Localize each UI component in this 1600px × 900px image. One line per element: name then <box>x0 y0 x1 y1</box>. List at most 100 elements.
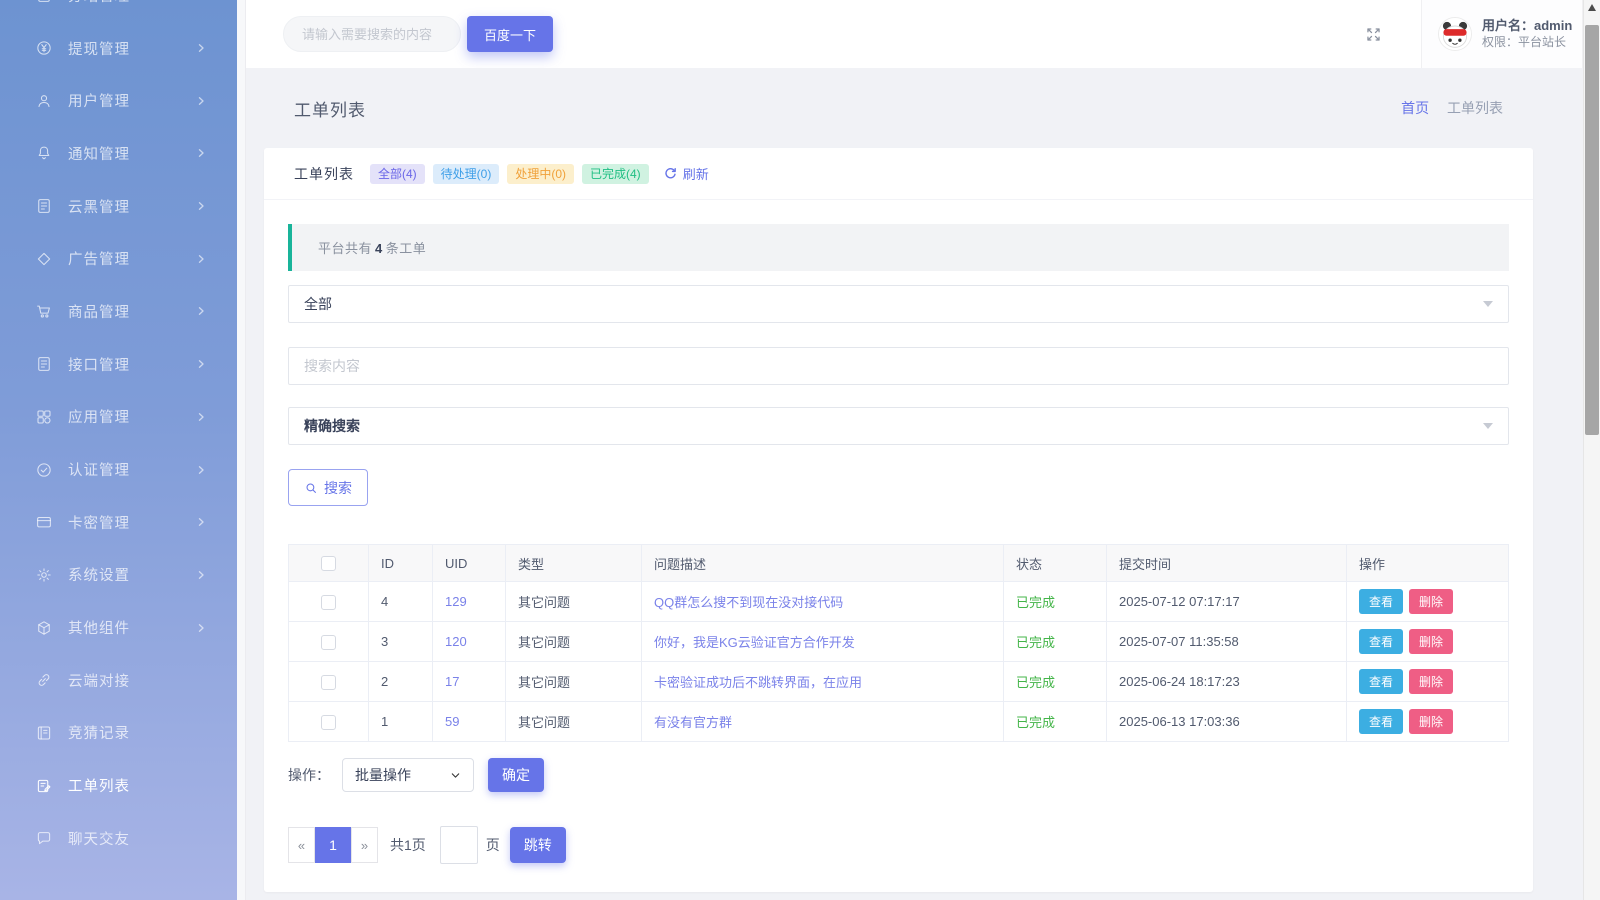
sidebar-item-guess-records[interactable]: 竞猜记录 <box>0 707 237 760</box>
filter-tab-2[interactable]: 处理中(0) <box>507 163 575 184</box>
breadcrumb-home-link[interactable]: 首页 <box>1401 100 1429 116</box>
table-row: 3 120 其它问题 你好，我是KG云验证官方合作开发 已完成 2025-07-07 11… <box>288 621 1509 662</box>
sidebar-item-label: 分站管理 <box>68 0 195 6</box>
user-panel[interactable]: 用户名：admin 权限：平台站长 <box>1421 0 1583 68</box>
scrollbar-thumb[interactable] <box>1585 25 1599 435</box>
sidebar-item-cloudlink[interactable]: 云端对接 <box>0 654 237 707</box>
batch-label: 操作： <box>288 767 330 783</box>
sidebar-item-label: 云黑管理 <box>68 199 130 216</box>
total-alert: 平台共有 4 条工单 <box>288 224 1509 271</box>
description-link[interactable]: 卡密验证成功后不跳转界面，在应用 <box>654 675 862 690</box>
uid-link[interactable]: 59 <box>445 714 459 729</box>
delete-button[interactable]: 删除 <box>1409 589 1454 614</box>
jump-button[interactable]: 跳转 <box>509 827 566 863</box>
diamond-icon <box>35 250 53 268</box>
user-icon <box>35 92 53 110</box>
view-button[interactable]: 查看 <box>1359 589 1404 614</box>
refresh-button[interactable]: 刷新 <box>663 164 709 183</box>
description-link[interactable]: 有没有官方群 <box>654 715 732 730</box>
uid-link[interactable]: 17 <box>445 674 459 689</box>
table-row: 4 129 其它问题 QQ群怎么搜不到现在没对接代码 已完成 2025-07-12 07:… <box>288 581 1509 622</box>
chevron-right-icon <box>195 42 207 54</box>
sidebar-item-apps[interactable]: 应用管理 <box>0 391 237 444</box>
mode-select[interactable]: 精确搜索 <box>288 407 1509 445</box>
batch-select[interactable]: 批量操作 <box>342 758 474 792</box>
sidebar-item-components[interactable]: 其他组件 <box>0 601 237 654</box>
cart-icon <box>35 302 53 320</box>
sidebar-item-chat[interactable]: 聊天交友 <box>0 812 237 865</box>
description-link[interactable]: QQ群怎么搜不到现在没对接代码 <box>654 595 843 610</box>
search-button-label: 搜索 <box>324 479 352 496</box>
fullscreen-icon[interactable] <box>1364 25 1383 44</box>
sidebar-item-withdraw[interactable]: 提现管理 <box>0 22 237 75</box>
sidebar-item-blacklist[interactable]: 云黑管理 <box>0 180 237 233</box>
keyword-input[interactable] <box>288 347 1509 385</box>
delete-button[interactable]: 删除 <box>1409 669 1454 694</box>
pagination-prev[interactable]: « <box>288 827 315 863</box>
sidebar-item-label: 系统设置 <box>68 568 130 585</box>
confirm-button[interactable]: 确定 <box>488 758 544 792</box>
sidebar-item-ads[interactable]: 广告管理 <box>0 232 237 285</box>
sidebar-item-cert[interactable]: 认证管理 <box>0 443 237 496</box>
sidebar-item-label: 云端对接 <box>68 673 130 690</box>
page-scrollbar[interactable] <box>1583 0 1600 900</box>
username-value: admin <box>1534 18 1573 34</box>
sidebar-item-label: 商品管理 <box>68 304 130 321</box>
cube-icon <box>35 619 53 637</box>
column-header: 状态 <box>1003 544 1107 582</box>
uid-link[interactable]: 120 <box>445 634 467 649</box>
row-checkbox[interactable] <box>321 634 336 650</box>
alert-suffix: 条工单 <box>385 241 427 256</box>
delete-button[interactable]: 删除 <box>1409 629 1454 654</box>
pagination-next[interactable]: » <box>351 827 378 863</box>
select-all-checkbox[interactable] <box>321 556 336 572</box>
app-root: 分站管理提现管理用户管理通知管理云黑管理广告管理商品管理接口管理应用管理认证管理… <box>0 0 1600 900</box>
description-link[interactable]: 你好，我是KG云验证官方合作开发 <box>654 635 855 650</box>
view-button[interactable]: 查看 <box>1359 629 1404 654</box>
filter-tab-0[interactable]: 全部(4) <box>370 163 425 184</box>
cell-type: 其它问题 <box>505 701 642 742</box>
sidebar-item-label: 工单列表 <box>68 779 130 796</box>
row-checkbox[interactable] <box>321 594 336 610</box>
chevron-right-icon <box>195 200 207 212</box>
sidebar-item-label: 提现管理 <box>68 41 130 58</box>
sidebar-item-users[interactable]: 用户管理 <box>0 74 237 127</box>
view-button[interactable]: 查看 <box>1359 669 1404 694</box>
topbar-search-input[interactable] <box>283 16 461 52</box>
sidebar-item-cardkey[interactable]: 卡密管理 <box>0 496 237 549</box>
sidebar-item-tickets[interactable]: 工单列表 <box>0 759 237 812</box>
row-checkbox[interactable] <box>321 674 336 690</box>
delete-button[interactable]: 删除 <box>1409 709 1454 734</box>
check-circle-icon <box>35 461 53 479</box>
sidebar-item-notices[interactable]: 通知管理 <box>0 127 237 180</box>
view-button[interactable]: 查看 <box>1359 709 1404 734</box>
filter-tab-3[interactable]: 已完成(4) <box>582 163 649 184</box>
type-select[interactable]: 全部 <box>288 285 1509 323</box>
sidebar-item-api[interactable]: 接口管理 <box>0 338 237 391</box>
baidu-search-button[interactable]: 百度一下 <box>467 16 554 52</box>
column-header: 问题描述 <box>641 544 1004 582</box>
sidebar-item-label: 聊天交友 <box>68 831 130 848</box>
topbar-search: 百度一下 <box>283 16 554 52</box>
filter-tab-1[interactable]: 待处理(0) <box>432 163 500 184</box>
role-label: 权限： <box>1482 34 1519 49</box>
scrollbar-up-arrow[interactable] <box>1588 4 1596 11</box>
column-header: 操作 <box>1346 544 1509 582</box>
uid-link[interactable]: 129 <box>445 594 467 609</box>
sidebar-item-settings[interactable]: 系统设置 <box>0 549 237 602</box>
page-title: 工单列表 <box>294 100 366 120</box>
mode-select-value: 精确搜索 <box>304 418 360 434</box>
cell-id: 2 <box>368 661 433 702</box>
sidebar-scrollbar[interactable] <box>237 0 246 900</box>
search-button[interactable]: 搜索 <box>288 469 368 506</box>
page-jump-input[interactable] <box>439 826 478 864</box>
chat-icon <box>35 829 53 847</box>
sidebar-item-substation[interactable]: 分站管理 <box>0 0 237 22</box>
content: 工单列表 首页 工单列表 工单列表 全部(4) 待处理(0) 处理中(0) 已完成(4… <box>246 68 1583 900</box>
table-row: 1 59 其它问题 有没有官方群 已完成 2025-06-13 17:03:36 查看 删除 <box>288 701 1509 742</box>
row-checkbox[interactable] <box>321 714 336 730</box>
pagination-page-1[interactable]: 1 <box>315 827 351 863</box>
sidebar-item-goods[interactable]: 商品管理 <box>0 285 237 338</box>
sidebar-item-label: 竞猜记录 <box>68 726 130 743</box>
status-badge: 已完成 <box>1016 715 1056 730</box>
